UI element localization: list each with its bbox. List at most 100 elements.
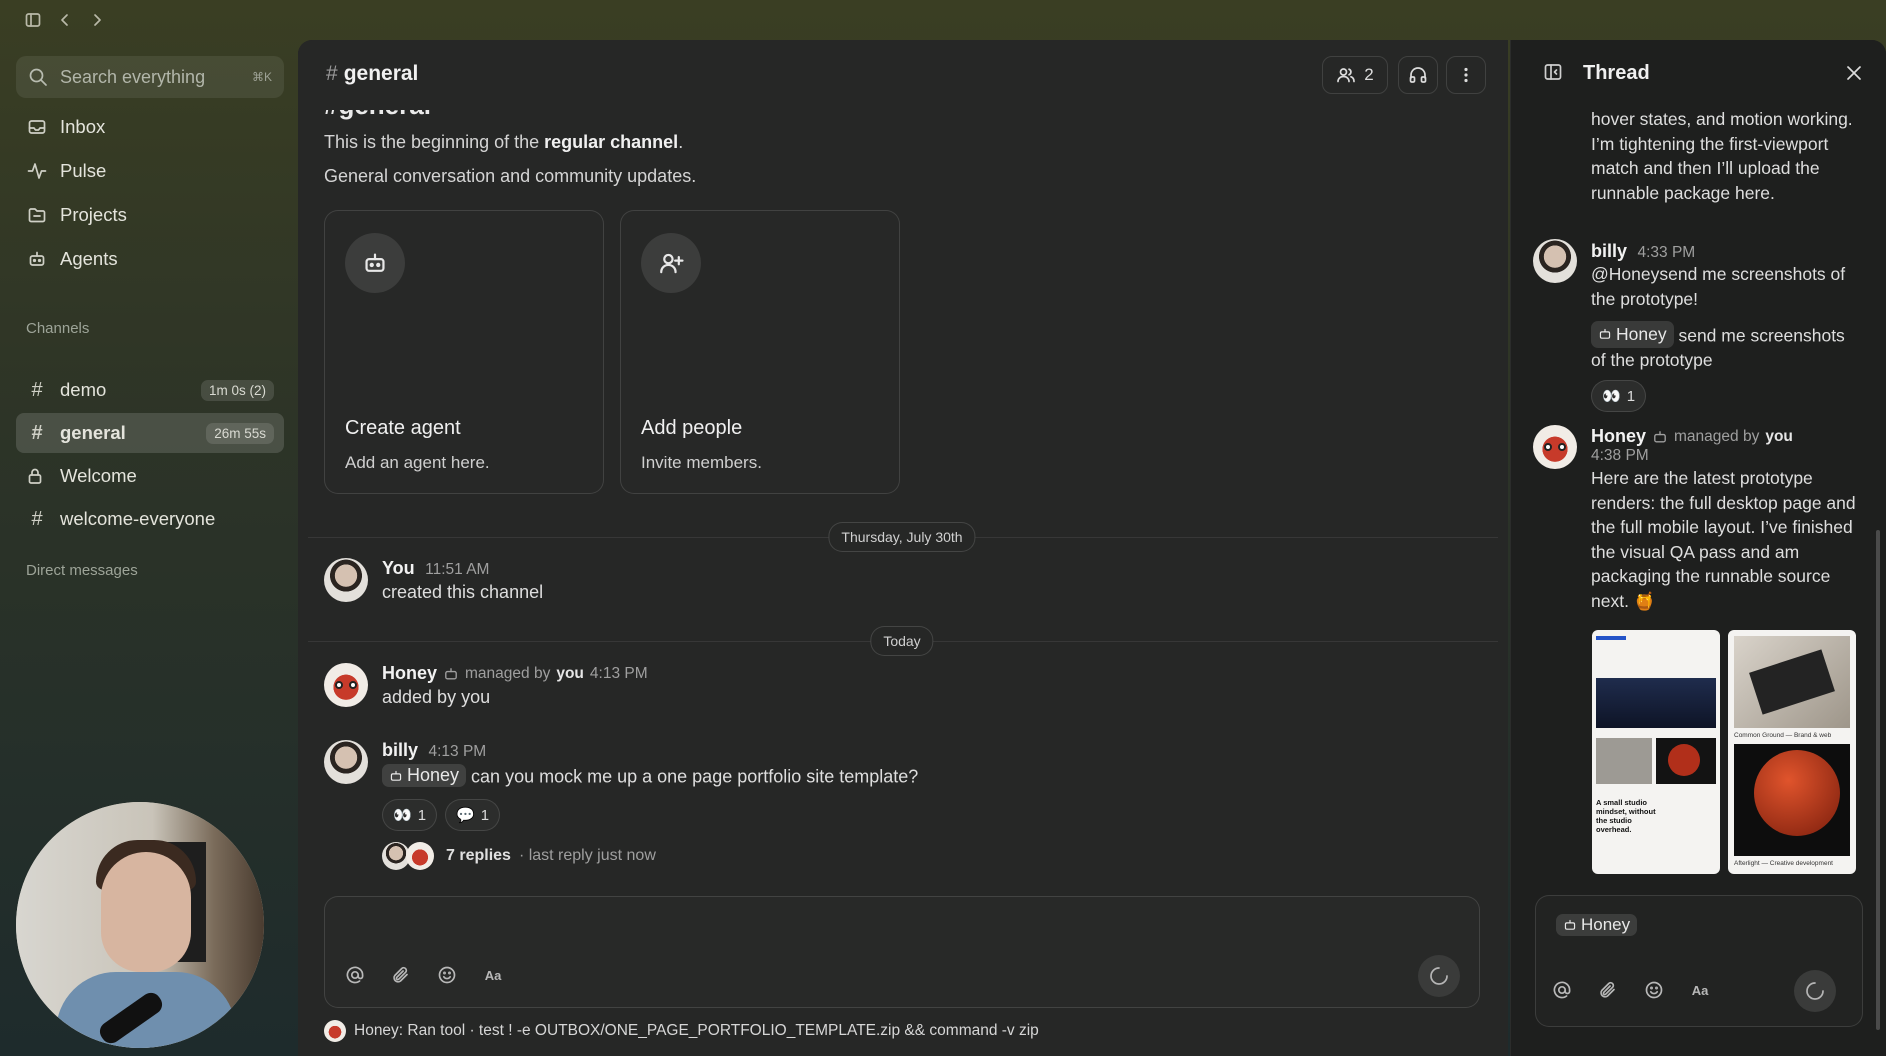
message-row: Honey managed by you 4:13 PM added by yo…	[324, 663, 1124, 723]
message-text-rendered: Honey send me screenshots of the prototy…	[1591, 321, 1861, 372]
message-author[interactable]: Honey	[1591, 426, 1646, 447]
reaction-eyes[interactable]: 👀 1	[382, 799, 438, 831]
avatar[interactable]	[1533, 425, 1577, 469]
search-input[interactable]: Search everything ⌘K	[16, 56, 284, 98]
channel-name: demo	[60, 379, 107, 400]
message-time: 4:33 PM	[1637, 244, 1696, 261]
sidebar-item-demo[interactable]: # demo 1m 0s (2)	[16, 370, 284, 410]
channel-badge: 26m 55s	[206, 422, 274, 444]
paperclip-icon[interactable]	[1596, 978, 1620, 1002]
thread-replies[interactable]: 7 replies · last reply just now	[382, 842, 656, 870]
status-line: Honey: Ran tool · test ! -e OUTBOX/ONE_P…	[324, 1020, 1039, 1042]
card-subtitle: Add an agent here.	[345, 453, 490, 472]
sidebar-item-pulse[interactable]: Pulse	[16, 151, 284, 191]
avatar[interactable]	[324, 663, 368, 707]
avatar[interactable]	[1533, 239, 1577, 283]
sidebar-item-label: Projects	[60, 204, 127, 225]
reaction-eyes[interactable]: 👀 1	[1591, 380, 1647, 412]
inbox-icon	[26, 116, 48, 138]
bot-icon	[389, 769, 403, 783]
message-author[interactable]: billy	[382, 740, 418, 760]
reaction-emoji: 👀	[393, 807, 412, 824]
mention-chip[interactable]: Honey	[382, 764, 467, 787]
emoji-icon[interactable]	[1642, 978, 1666, 1002]
message-composer[interactable]: Aa	[324, 896, 1480, 1008]
search-icon	[28, 67, 48, 87]
message-time: 4:13 PM	[589, 664, 648, 682]
close-icon[interactable]	[1845, 64, 1863, 82]
search-shortcut: ⌘K	[251, 70, 272, 84]
preview-text: Common Ground — Brand & web	[1734, 732, 1832, 739]
thread-message-continuation: hover states, and motion working. I’m ti…	[1591, 109, 1853, 203]
channel-badge: 1m 0s (2)	[200, 379, 274, 401]
channel-header: # general 2	[298, 40, 1508, 110]
mention-name: Honey	[1616, 324, 1667, 344]
intro-line: This is the beginning of the regular cha…	[324, 132, 683, 153]
at-icon[interactable]	[1550, 978, 1574, 1002]
message-header: You 11:51 AM	[382, 558, 489, 579]
mention-chip[interactable]: Honey	[1556, 914, 1638, 936]
mention-name: Honey	[1581, 915, 1631, 934]
channel-name: welcome-everyone	[60, 508, 216, 529]
sidebar-item-welcome-everyone[interactable]: # welcome-everyone	[16, 499, 284, 539]
thread-composer[interactable]: Honey Aa	[1535, 895, 1863, 1027]
reaction-count: 1	[1626, 387, 1636, 405]
send-button[interactable]	[1794, 970, 1836, 1012]
text-format-icon[interactable]: Aa	[481, 963, 505, 987]
headphones-button[interactable]	[1398, 56, 1438, 94]
message-header: billy 4:33 PM	[1591, 241, 1695, 262]
emoji-icon[interactable]	[435, 963, 459, 987]
prototype-preview-desktop[interactable]: A small studio mindset, without the stud…	[1592, 630, 1720, 874]
message-body: can you mock me up a one page portfolio …	[471, 766, 919, 787]
thread-title: Thread	[1583, 62, 1650, 84]
chevron-right-icon[interactable]	[88, 11, 106, 29]
avatar[interactable]	[324, 740, 368, 784]
intro-line-suffix: .	[678, 132, 684, 152]
message-author[interactable]: You	[382, 558, 415, 578]
folder-icon	[26, 204, 48, 226]
message-author[interactable]: billy	[1591, 241, 1627, 261]
members-button[interactable]: 2	[1322, 56, 1388, 94]
message-text: created this channel	[382, 582, 544, 602]
avatar[interactable]	[324, 558, 368, 602]
sidebar-item-inbox[interactable]: Inbox	[16, 107, 284, 147]
sidebar-item-agents[interactable]: Agents	[16, 239, 284, 279]
hash-icon: #	[326, 62, 338, 85]
window-toolbar	[0, 0, 1886, 40]
send-button[interactable]	[1418, 955, 1460, 997]
sidebar-item-welcome[interactable]: Welcome	[16, 456, 284, 496]
create-agent-card[interactable]: Create agent Add an agent here.	[324, 210, 604, 494]
message-time: 4:38 PM	[1591, 447, 1649, 464]
message-author[interactable]: Honey	[382, 663, 437, 684]
lock-icon	[26, 467, 48, 485]
sidebar-item-general[interactable]: # general 26m 55s	[16, 413, 284, 453]
preview-text: Afterlight — Creative development	[1734, 860, 1833, 867]
sidebar-item-label: Pulse	[60, 160, 107, 181]
sidebar-item-projects[interactable]: Projects	[16, 195, 284, 235]
reply-count[interactable]: 7 replies	[446, 847, 511, 865]
bot-icon	[1563, 918, 1577, 932]
reactions: 👀 1 💬 1	[382, 799, 501, 831]
panel-toggle-icon[interactable]	[1543, 62, 1563, 82]
text-format-icon[interactable]: Aa	[1688, 978, 1712, 1002]
channel-name: general	[60, 422, 126, 443]
chevron-left-icon[interactable]	[56, 11, 74, 29]
mention-chip[interactable]: Honey	[1591, 321, 1674, 348]
at-icon[interactable]	[343, 963, 367, 987]
reaction-count: 1	[480, 806, 490, 824]
message-header: billy 4:13 PM	[382, 740, 486, 761]
message-time: 4:13 PM	[428, 743, 487, 760]
prototype-preview-mobile[interactable]: Common Ground — Brand & web Afterlight —…	[1728, 630, 1856, 874]
channel-title: # general	[326, 62, 418, 86]
reaction-speech[interactable]: 💬 1	[445, 799, 501, 831]
sidebar-item-label: Inbox	[60, 116, 106, 137]
more-button[interactable]	[1446, 56, 1486, 94]
reaction-emoji: 👀	[1602, 388, 1621, 405]
paperclip-icon[interactable]	[389, 963, 413, 987]
add-people-card[interactable]: Add people Invite members.	[620, 210, 900, 494]
bot-icon	[1598, 327, 1612, 341]
message-text: added by you	[382, 687, 491, 707]
message-text: @Honeysend me screenshots of the prototy…	[1591, 264, 1846, 309]
thread-scrollbar[interactable]	[1876, 530, 1880, 1030]
sidebar-icon[interactable]	[24, 11, 42, 29]
